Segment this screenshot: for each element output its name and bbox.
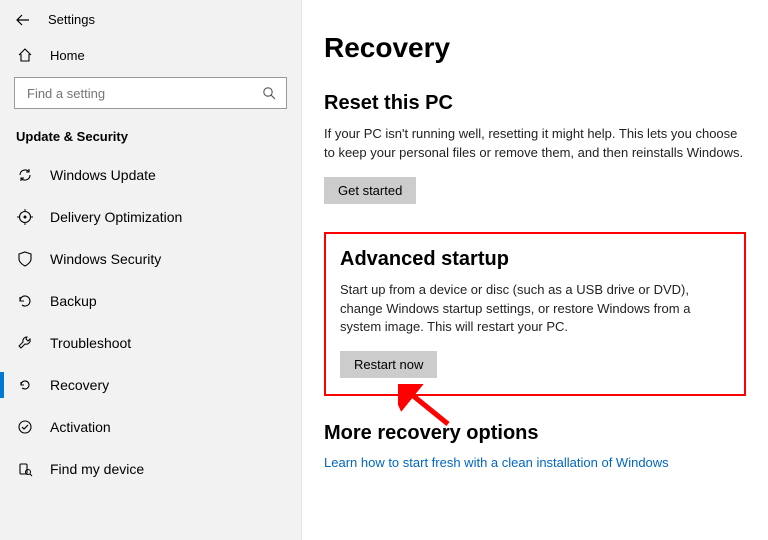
nav-label: Find my device	[50, 461, 144, 477]
shield-icon	[16, 251, 34, 267]
sidebar-item-find-my-device[interactable]: Find my device	[0, 448, 301, 490]
nav-label: Delivery Optimization	[50, 209, 182, 225]
sidebar-item-windows-update[interactable]: Windows Update	[0, 154, 301, 196]
fresh-start-link[interactable]: Learn how to start fresh with a clean in…	[324, 455, 669, 470]
wrench-icon	[16, 335, 34, 351]
search-icon	[262, 86, 276, 100]
section-more-recovery: More recovery options Learn how to start…	[324, 422, 746, 470]
advanced-body: Start up from a device or disc (such as …	[340, 281, 730, 338]
get-started-button[interactable]: Get started	[324, 177, 416, 204]
nav-label: Windows Security	[50, 251, 161, 267]
section-label: Update & Security	[0, 123, 301, 154]
nav-list: Windows Update Delivery Optimization Win…	[0, 154, 301, 490]
sidebar-item-recovery[interactable]: Recovery	[0, 364, 301, 406]
back-button[interactable]	[16, 13, 30, 27]
backup-icon	[16, 293, 34, 309]
home-icon	[16, 47, 34, 63]
nav-label: Activation	[50, 419, 111, 435]
section-advanced-startup: Advanced startup Start up from a device …	[324, 232, 746, 397]
restart-now-button[interactable]: Restart now	[340, 351, 437, 378]
sidebar-item-backup[interactable]: Backup	[0, 280, 301, 322]
reset-title: Reset this PC	[324, 92, 746, 115]
sidebar-item-windows-security[interactable]: Windows Security	[0, 238, 301, 280]
recovery-icon	[16, 377, 34, 393]
settings-window: Settings Home Update & Security Windows …	[0, 0, 768, 540]
delivery-icon	[16, 209, 34, 225]
more-title: More recovery options	[324, 422, 746, 445]
nav-label: Windows Update	[50, 167, 156, 183]
sidebar-header: Settings	[0, 0, 301, 37]
nav-label: Recovery	[50, 377, 109, 393]
sync-icon	[16, 167, 34, 183]
back-arrow-icon	[16, 13, 30, 27]
find-device-icon	[16, 461, 34, 477]
check-icon	[16, 419, 34, 435]
advanced-title: Advanced startup	[340, 248, 730, 271]
search-input[interactable]	[25, 85, 262, 102]
sidebar: Settings Home Update & Security Windows …	[0, 0, 302, 540]
home-label: Home	[50, 48, 85, 63]
section-reset-pc: Reset this PC If your PC isn't running w…	[324, 92, 746, 204]
search-box[interactable]	[14, 77, 287, 109]
sidebar-item-activation[interactable]: Activation	[0, 406, 301, 448]
sidebar-item-delivery-optimization[interactable]: Delivery Optimization	[0, 196, 301, 238]
page-title: Recovery	[324, 32, 746, 64]
main-content: Recovery Reset this PC If your PC isn't …	[302, 0, 768, 540]
sidebar-item-home[interactable]: Home	[0, 37, 301, 73]
nav-label: Backup	[50, 293, 97, 309]
nav-label: Troubleshoot	[50, 335, 131, 351]
sidebar-item-troubleshoot[interactable]: Troubleshoot	[0, 322, 301, 364]
window-title: Settings	[48, 12, 95, 27]
reset-body: If your PC isn't running well, resetting…	[324, 125, 746, 163]
